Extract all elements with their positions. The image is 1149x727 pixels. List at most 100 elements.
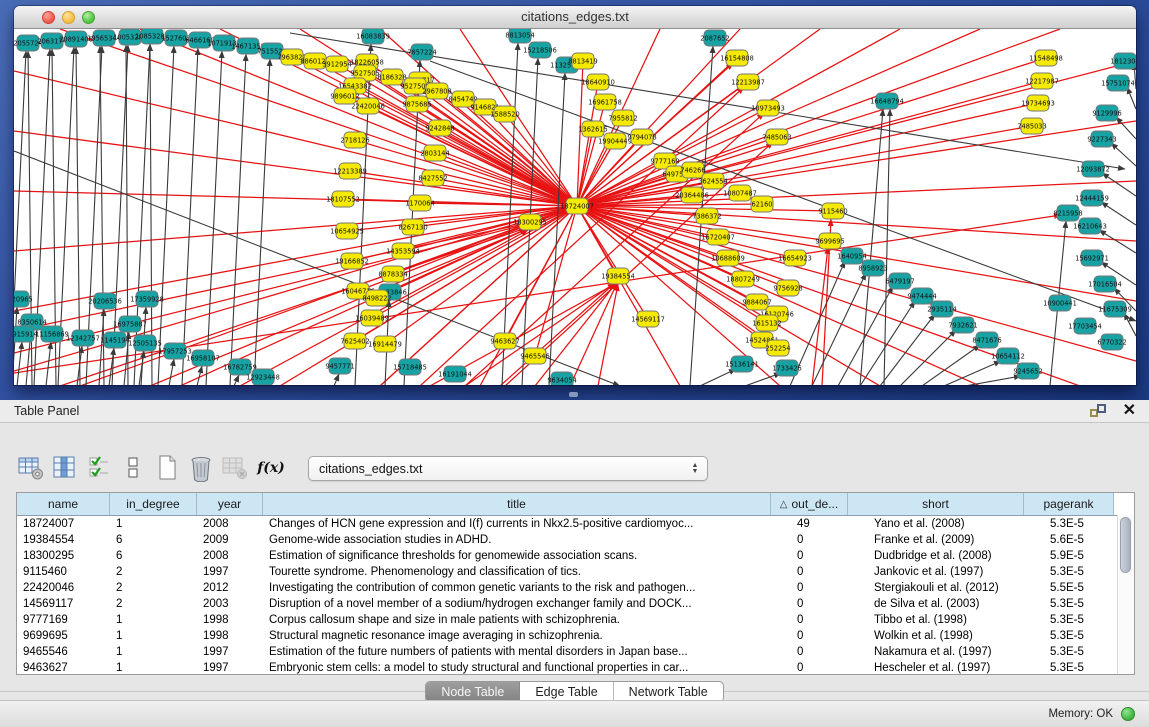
scrollbar-thumb[interactable] [1120, 517, 1131, 573]
select-all-button[interactable] [84, 453, 114, 483]
graph-node[interactable]: 19734693 [1021, 95, 1055, 111]
column-header-short[interactable]: short [848, 493, 1024, 515]
float-panel-icon[interactable] [1090, 404, 1107, 419]
graph-node[interactable]: 7386372 [692, 208, 721, 224]
graph-node[interactable]: 8427552 [418, 170, 447, 186]
column-header-year[interactable]: year [197, 493, 263, 515]
new-table-button[interactable] [152, 453, 182, 483]
tab-node-table[interactable]: Node Table [426, 682, 520, 702]
graph-node[interactable]: 16083839 [356, 29, 390, 44]
network-canvas[interactable]: 2055724206317420891406195653441005328710… [14, 29, 1136, 385]
graph-node[interactable]: 9227343 [1087, 131, 1116, 147]
column-header-pagerank[interactable]: pagerank [1024, 493, 1114, 515]
graph-node[interactable]: 9756928 [773, 280, 802, 296]
table-row[interactable]: 977716911998Corpus callosum shape and si… [17, 612, 1134, 628]
graph-node[interactable]: 2935114 [927, 301, 956, 317]
graph-node[interactable]: 11675309 [1098, 301, 1132, 317]
graph-node[interactable]: 7955812 [608, 110, 637, 126]
tab-network-table[interactable]: Network Table [614, 682, 723, 702]
splitter-handle[interactable] [569, 392, 578, 397]
graph-node[interactable]: 15218506 [523, 42, 557, 58]
function-builder-button[interactable]: f(x) [254, 453, 288, 483]
graph-node[interactable]: 16191044 [438, 366, 472, 382]
window-close-button[interactable] [42, 11, 55, 24]
graph-node[interactable]: 12213389 [333, 163, 367, 179]
table-row[interactable]: 1872400712008Changes of HCN gene express… [17, 516, 1134, 532]
graph-node[interactable]: 17703454 [1068, 318, 1102, 334]
graph-node[interactable]: 8813419 [568, 53, 597, 69]
graph-node[interactable]: 19384554 [601, 268, 635, 284]
graph-node[interactable]: 1170064 [405, 195, 434, 211]
graph-node[interactable]: 9896012 [330, 88, 359, 104]
delete-table-button[interactable] [186, 453, 216, 483]
graph-node[interactable]: 10654112 [991, 348, 1025, 364]
graph-node[interactable]: 9242848 [425, 120, 454, 136]
graph-node[interactable]: 746266 [680, 162, 705, 178]
table-row[interactable]: 946362711997Embryonic stem cells: a mode… [17, 660, 1134, 674]
graph-node[interactable]: 11548498 [1029, 50, 1063, 66]
graph-node[interactable]: 9457771 [325, 358, 354, 374]
graph-node[interactable]: 8215958 [1053, 205, 1082, 221]
graph-node[interactable]: 1733426 [772, 360, 801, 376]
close-panel-icon[interactable]: ✕ [1123, 404, 1136, 418]
table-source-dropdown[interactable]: citations_edges.txt ▲▼ [308, 456, 708, 481]
graph-node[interactable]: 15751074 [1101, 75, 1135, 91]
graph-node[interactable]: 18107552 [326, 191, 360, 207]
graph-node[interactable]: 15718485 [393, 359, 427, 375]
graph-node[interactable]: 8471676 [972, 332, 1001, 348]
graph-node[interactable]: 2803144 [420, 145, 449, 161]
graph-node[interactable]: 62160 [751, 196, 773, 212]
graph-node[interactable]: 16648794 [870, 93, 904, 109]
graph-node[interactable]: 9129996 [1092, 105, 1121, 121]
network-view-window[interactable]: citations_edges.txt 20557242063174208914… [14, 6, 1136, 385]
row-height-button[interactable] [118, 453, 148, 483]
table-row[interactable]: 911546021997Tourette syndrome. Phenomeno… [17, 564, 1134, 580]
graph-node[interactable]: 19166852 [335, 253, 369, 269]
graph-node[interactable]: 9634054 [547, 372, 576, 385]
graph-node[interactable]: 18640910 [581, 74, 615, 90]
graph-node[interactable]: 1615132 [752, 315, 781, 331]
graph-node[interactable]: 9699695 [815, 233, 844, 249]
graph-node[interactable]: 7625402 [340, 333, 369, 349]
graph-node[interactable]: 2718126 [340, 132, 369, 148]
graph-node[interactable]: 2087652 [700, 30, 729, 46]
graph-node[interactable]: 2520965 [14, 291, 33, 307]
graph-node[interactable]: 17359928 [130, 291, 164, 307]
graph-node[interactable]: 9465546 [520, 348, 549, 364]
graph-node[interactable]: 16975887 [113, 316, 147, 332]
graph-node[interactable]: 17016504 [1088, 276, 1122, 292]
table-row[interactable]: 969969511998Structural magnetic resonanc… [17, 628, 1134, 644]
graph-node[interactable]: 12505135 [128, 335, 162, 351]
table-row[interactable]: 2242004622012Investigating the contribut… [17, 580, 1134, 596]
graph-node[interactable]: 12213987 [731, 74, 765, 90]
graph-node[interactable]: 14569117 [631, 311, 665, 327]
graph-node[interactable]: 252254 [765, 340, 790, 356]
window-minimize-button[interactable] [62, 11, 75, 24]
graph-node[interactable]: 9245652 [1013, 363, 1042, 379]
graph-node[interactable]: 1588520 [490, 106, 519, 122]
column-header-out-degree[interactable]: △ out_de... [771, 493, 848, 515]
graph-node[interactable]: 1812304 [1110, 53, 1136, 69]
window-titlebar[interactable]: citations_edges.txt [14, 6, 1136, 29]
graph-node[interactable]: 7485033 [1017, 118, 1046, 134]
graph-node[interactable]: 7932621 [948, 317, 977, 333]
graph-node[interactable]: 12217987 [1025, 73, 1059, 89]
graph-node[interactable]: 8267130 [398, 219, 427, 235]
graph-node[interactable]: 8958923 [858, 260, 887, 276]
show-columns-button[interactable] [50, 453, 80, 483]
table-settings-button[interactable] [16, 453, 46, 483]
column-header-name[interactable]: name [17, 493, 110, 515]
graph-node[interactable]: 9474444 [907, 288, 936, 304]
graph-node[interactable]: 7857224 [407, 44, 436, 60]
graph-node[interactable]: 8498222 [362, 290, 391, 306]
column-header-title[interactable]: title [263, 493, 771, 515]
window-zoom-button[interactable] [82, 11, 95, 24]
graph-node[interactable]: 2967808 [422, 83, 451, 99]
graph-node[interactable]: 15136141 [725, 356, 759, 372]
graph-node[interactable]: 9794078 [627, 129, 656, 145]
graph-node[interactable]: 6479197 [885, 273, 914, 289]
graph-node[interactable]: 8813054 [505, 29, 534, 43]
table-row[interactable]: 946554611997Estimation of the future num… [17, 644, 1134, 660]
graph-node[interactable]: 1640954 [837, 248, 866, 264]
graph-node[interactable]: 8878334 [378, 266, 407, 282]
